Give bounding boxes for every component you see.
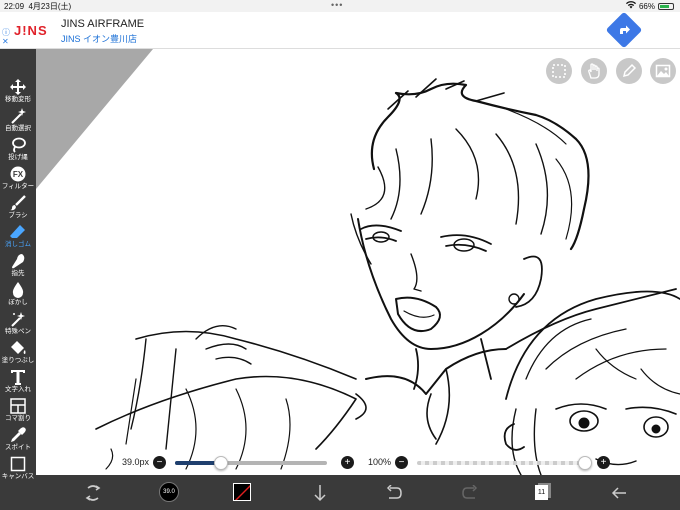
opacity-value: 100%: [368, 457, 392, 467]
tool-text[interactable]: 文字入れ: [0, 368, 36, 397]
tool-label: キャンバス: [1, 473, 35, 480]
battery-percent: 66%: [638, 1, 655, 11]
arrow-down-icon: [314, 485, 326, 502]
wifi-icon: [625, 1, 636, 11]
rotate-arrows-icon: [85, 485, 101, 501]
brush-size-slider-thumb[interactable]: [213, 456, 228, 470]
ad-banner[interactable]: ⓘ ✕ J!NS JINS AIRFRAME JINS イオン豊川店: [0, 11, 680, 49]
opacity-decrease-button[interactable]: −: [395, 456, 408, 469]
blur-drop-icon: [12, 282, 24, 298]
tool-auto-select[interactable]: 自動選択: [0, 107, 36, 136]
directions-arrow-icon: [620, 25, 630, 34]
tool-label: コマ割り: [5, 415, 31, 422]
tool-label: 特殊ペン: [5, 328, 31, 335]
tool-special-pen[interactable]: 特殊ペン: [0, 310, 36, 339]
tool-brush[interactable]: ブラシ: [0, 194, 36, 223]
tool-label: ブラシ: [8, 212, 28, 219]
multitasking-dots-icon[interactable]: •••: [331, 0, 343, 10]
ad-choices-icon[interactable]: ⓘ ✕: [2, 28, 10, 46]
svg-text:FX: FX: [13, 170, 24, 179]
image-icon: [655, 64, 671, 78]
pencil-icon: [622, 63, 637, 78]
tool-label: 文字入れ: [5, 386, 31, 393]
tool-filter[interactable]: FX フィルター: [0, 165, 36, 194]
tool-eraser[interactable]: 消しゴム: [0, 223, 36, 252]
tool-finger[interactable]: 指先: [0, 252, 36, 281]
move-icon: [10, 79, 26, 95]
back-button[interactable]: [609, 483, 629, 503]
ad-title[interactable]: JINS AIRFRAME: [61, 18, 144, 30]
image-reference-button[interactable]: [650, 58, 676, 84]
tool-label: 自動選択: [5, 125, 31, 132]
color-swatch-button[interactable]: [232, 482, 252, 502]
color-swatch: [233, 483, 251, 501]
hand-icon: [588, 63, 600, 79]
bottom-toolbar: 39.0 11: [36, 475, 680, 510]
selection-toggle-button[interactable]: [546, 58, 572, 84]
tool-label: 消しゴム: [5, 241, 31, 248]
brush-size-preview-button[interactable]: 39.0: [158, 481, 180, 503]
canvas-icon: [10, 456, 26, 472]
fx-icon: FX: [10, 166, 26, 182]
redo-button[interactable]: [460, 483, 480, 503]
battery-icon: [658, 2, 674, 10]
arrow-left-icon: [611, 487, 626, 499]
directions-button[interactable]: [605, 11, 643, 49]
frame-divide-icon: [10, 398, 26, 414]
tool-canvas[interactable]: キャンバス: [0, 455, 36, 484]
layers-icon: 11: [535, 483, 551, 501]
color-slash-icon: [235, 485, 250, 500]
lasso-icon: [12, 137, 26, 153]
tool-label: スポイト: [5, 444, 31, 451]
eraser-icon: [10, 225, 25, 238]
brush-size-slider-row: 39.0px − +: [122, 455, 362, 471]
export-button[interactable]: [310, 483, 330, 503]
special-pen-icon: [11, 312, 25, 327]
ad-logo: J!NS: [14, 23, 48, 38]
pen-pressure-button[interactable]: [616, 58, 642, 84]
tool-fill[interactable]: 塗りつぶし: [0, 339, 36, 368]
magic-wand-icon: [11, 108, 26, 124]
status-bar: 22:09 4月23日(土) ••• 66%: [0, 0, 680, 12]
tool-label: フィルター: [1, 183, 35, 190]
tool-label: 投げ縄: [8, 154, 28, 161]
tool-blur[interactable]: ぼかし: [0, 281, 36, 310]
transform-button[interactable]: [83, 483, 103, 503]
status-right: 66%: [625, 1, 674, 11]
tool-label: 移動変形: [5, 96, 31, 103]
fill-icon: [11, 341, 26, 354]
ad-subtitle[interactable]: JINS イオン豊川店: [61, 32, 137, 45]
tool-sidebar: 移動変形 自動選択 投げ縄 FX フィルター ブラシ 消しゴム 指先 ぼかし 特…: [0, 49, 36, 510]
tool-eyedropper[interactable]: スポイト: [0, 426, 36, 455]
brush-icon: [10, 195, 26, 211]
tool-lasso[interactable]: 投げ縄: [0, 136, 36, 165]
opacity-slider[interactable]: [417, 461, 585, 465]
finger-icon: [12, 254, 25, 269]
tool-label: 塗りつぶし: [1, 357, 35, 364]
opacity-increase-button[interactable]: +: [597, 456, 610, 469]
tool-move-transform[interactable]: 移動変形: [0, 78, 36, 107]
layers-button[interactable]: 11: [533, 482, 553, 502]
text-icon: [11, 370, 25, 385]
brush-size-value: 39.0px: [122, 457, 150, 467]
undo-icon: [386, 485, 402, 499]
tool-frame-divide[interactable]: コマ割り: [0, 397, 36, 426]
tool-label: 指先: [11, 270, 25, 277]
undo-button[interactable]: [384, 483, 404, 503]
status-time: 22:09 4月23日(土): [4, 2, 72, 11]
redo-icon: [462, 485, 478, 499]
sketch-artwork: [36, 49, 680, 475]
brush-size-increase-button[interactable]: +: [341, 456, 354, 469]
brush-size-decrease-button[interactable]: −: [153, 456, 166, 469]
opacity-slider-thumb[interactable]: [578, 456, 592, 470]
hand-tool-button[interactable]: [581, 58, 607, 84]
tool-label: ぼかし: [8, 299, 28, 306]
eyedropper-icon: [11, 427, 26, 442]
brush-size-preview: 39.0: [159, 482, 179, 502]
opacity-slider-row: 100% − +: [368, 455, 618, 471]
layers-count: 11: [535, 485, 548, 500]
selection-dashed-icon: [552, 64, 566, 78]
drawing-canvas[interactable]: [36, 49, 680, 475]
